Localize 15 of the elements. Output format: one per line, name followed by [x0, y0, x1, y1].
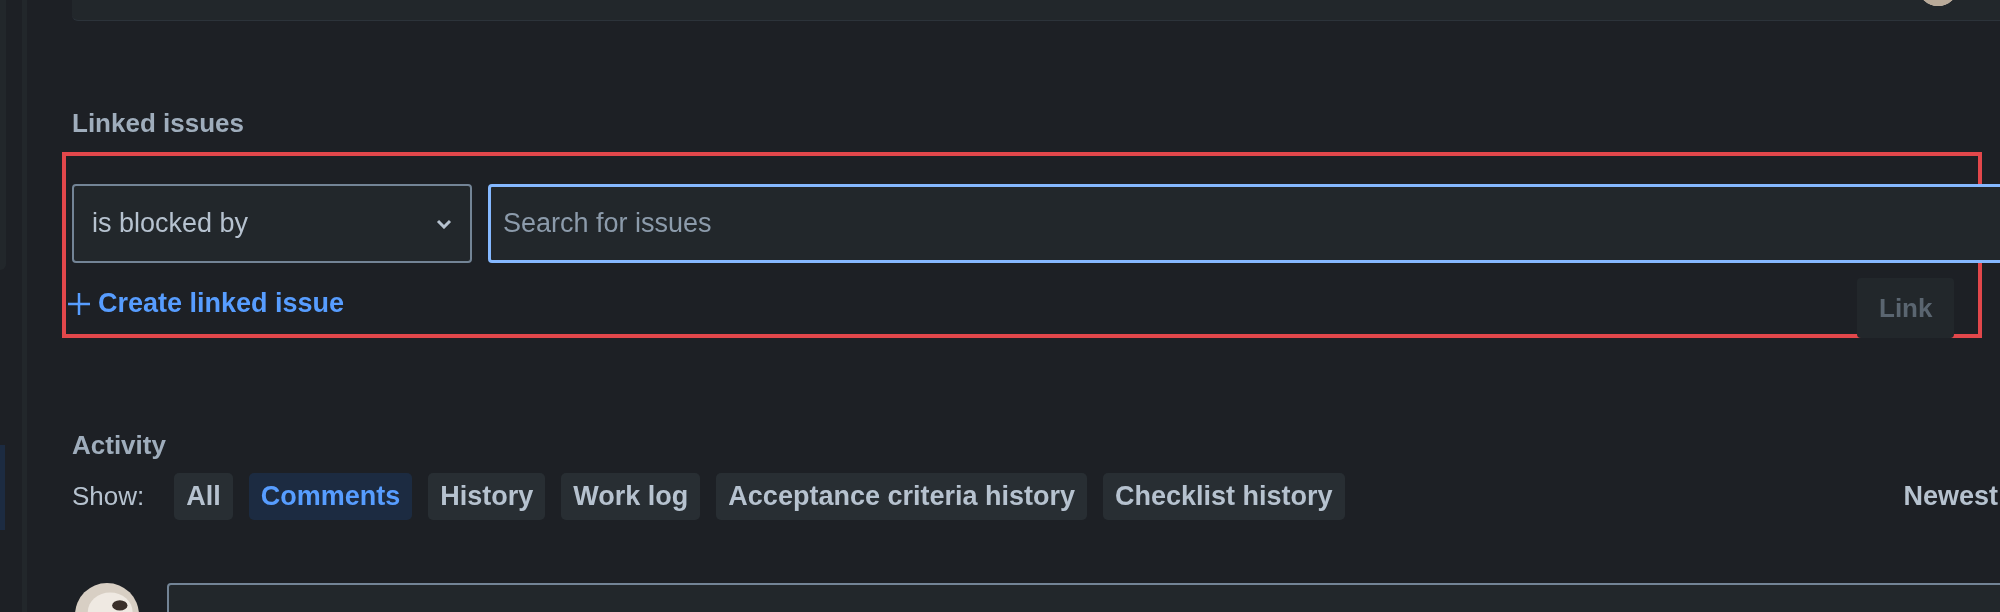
- link-type-dropdown[interactable]: is blocked by: [72, 184, 472, 263]
- search-field[interactable]: Search for issues: [488, 184, 2000, 263]
- filter-tab[interactable]: History: [428, 473, 546, 520]
- filter-label: Show:: [72, 481, 145, 512]
- filter-tab[interactable]: Checklist history: [1103, 473, 1345, 520]
- sort-toggle[interactable]: Newest: [1903, 481, 1998, 512]
- section-title: Activity: [72, 430, 166, 461]
- filter-tab[interactable]: Comments: [248, 473, 413, 520]
- create-link[interactable]: Create linked issue: [98, 288, 345, 319]
- section-title: Linked issues: [72, 108, 244, 139]
- chevron-down-icon: [436, 218, 452, 229]
- plus-icon: [68, 292, 90, 315]
- filter-tab[interactable]: All: [174, 473, 233, 520]
- filter-tab[interactable]: Work log: [561, 473, 701, 520]
- filter-tab[interactable]: Acceptance criteria history: [716, 473, 1087, 520]
